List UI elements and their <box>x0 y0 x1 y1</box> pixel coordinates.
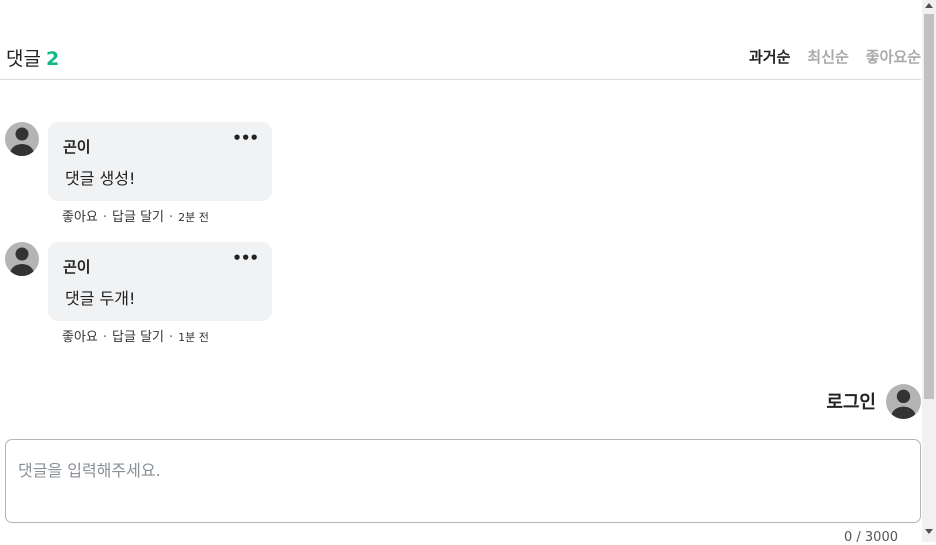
like-button[interactable]: 좋아요 <box>62 210 98 225</box>
separator-dot: · <box>102 330 108 345</box>
sort-newest[interactable]: 최신순 <box>807 46 848 67</box>
comment-meta: 좋아요 · 답글 달기 · 2분 전 <box>62 206 209 225</box>
comment-time: 2분 전 <box>178 211 209 224</box>
more-options-icon[interactable]: ••• <box>232 129 259 147</box>
comment-bubble: 곤이 ••• 댓글 생성! <box>48 122 272 201</box>
sort-oldest[interactable]: 과거순 <box>749 46 790 67</box>
scrollbar-thumb[interactable] <box>924 14 934 399</box>
reply-button[interactable]: 답글 달기 <box>112 330 164 345</box>
comment-item: 곤이 ••• 댓글 생성! 좋아요 · 답글 달기 · 2분 전 <box>0 122 300 225</box>
vertical-scrollbar[interactable] <box>922 0 936 542</box>
comment-text: 댓글 두개! <box>65 289 136 308</box>
separator-dot: · <box>169 330 174 345</box>
current-user: 로그인 <box>826 383 921 419</box>
sort-options: 과거순 최신순 좋아요순 <box>749 46 921 67</box>
login-button[interactable]: 로그인 <box>826 388 876 414</box>
comment-meta: 좋아요 · 답글 달기 · 1분 전 <box>62 326 209 345</box>
scroll-up-icon[interactable] <box>925 3 933 8</box>
reply-button[interactable]: 답글 달기 <box>112 210 164 225</box>
sort-likes[interactable]: 좋아요순 <box>866 46 921 67</box>
comments-header: 댓글 2 과거순 최신순 좋아요순 <box>0 36 921 80</box>
comment-time: 1분 전 <box>178 331 209 344</box>
comment-author: 곤이 <box>63 258 91 276</box>
comment-item: 곤이 ••• 댓글 두개! 좋아요 · 답글 달기 · 1분 전 <box>0 242 300 345</box>
comment-title: 댓글 <box>6 48 41 70</box>
separator-dot: · <box>169 210 174 225</box>
character-counter: 0 / 3000 <box>844 530 898 545</box>
comment-count: 댓글 2 <box>6 44 59 71</box>
separator-dot: · <box>102 210 108 225</box>
comment-bubble: 곤이 ••• 댓글 두개! <box>48 242 272 321</box>
comment-text: 댓글 생성! <box>65 169 136 188</box>
comment-author: 곤이 <box>63 138 91 156</box>
comment-count-number: 2 <box>45 48 60 70</box>
avatar-icon <box>5 242 39 276</box>
user-avatar-icon[interactable] <box>886 383 921 419</box>
avatar-icon <box>5 122 39 156</box>
comments-section: 댓글 2 과거순 최신순 좋아요순 곤이 ••• 댓글 생성! 좋아요 · 답글 달기… <box>0 0 922 545</box>
comment-input-placeholder: 댓글을 입력해주세요. <box>18 461 161 480</box>
scroll-down-icon[interactable] <box>925 529 933 534</box>
more-options-icon[interactable]: ••• <box>232 249 259 267</box>
comment-input[interactable]: 댓글을 입력해주세요. <box>5 439 921 523</box>
like-button[interactable]: 좋아요 <box>62 330 98 345</box>
